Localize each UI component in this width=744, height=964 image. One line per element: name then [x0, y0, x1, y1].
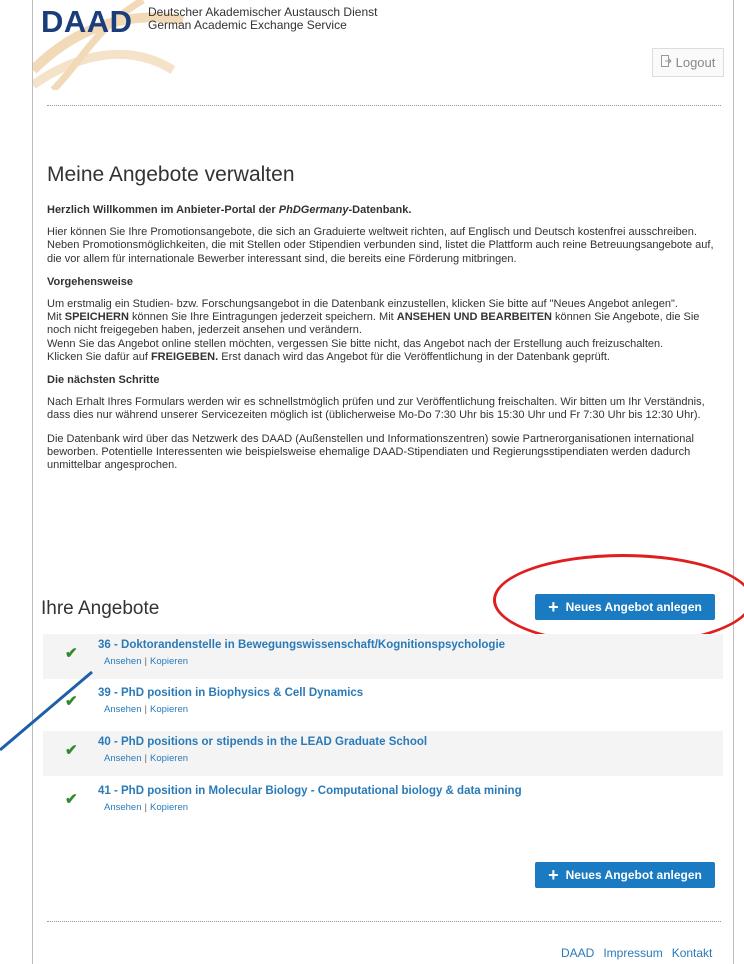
offer-title[interactable]: 39 - PhD position in Biophysics & Cell D… — [98, 687, 363, 699]
footer-link-daad[interactable]: DAAD — [561, 946, 594, 960]
procedure-heading: Vorgehensweise — [47, 275, 133, 288]
footer-divider — [47, 921, 721, 922]
view-link[interactable]: Ansehen — [104, 704, 142, 715]
offers-heading: Ihre Angebote — [41, 598, 160, 619]
next-steps-paragraph-2: Die Datenbank wird über das Netzwerk des… — [47, 432, 694, 472]
intro-content: Herzlich Willkommen im Anbieter-Portal d… — [47, 204, 722, 482]
checkmark-icon: ✔ — [65, 791, 78, 808]
logout-label: Logout — [675, 55, 716, 70]
intro-paragraph: Hier können Sie Ihre Promotionsangebote,… — [47, 226, 714, 265]
offer-title[interactable]: 41 - PhD position in Molecular Biology -… — [98, 785, 522, 797]
offer-actions: Ansehen | Kopieren — [104, 753, 189, 764]
next-steps-paragraph-1: Nach Erhalt Ihres Formulars werden wir e… — [47, 396, 705, 422]
new-offer-button-bottom[interactable]: + Neues Angebot anlegen — [535, 862, 715, 888]
page-frame: DAAD Deutscher Akademischer Austausch Di… — [32, 0, 744, 964]
offer-row: ✔ 39 - PhD position in Biophysics & Cell… — [43, 682, 723, 727]
org-name-en: German Academic Exchange Service — [148, 18, 347, 32]
logout-icon — [660, 55, 672, 70]
offer-row: ✔ 40 - PhD positions or stipends in the … — [43, 731, 723, 776]
daad-logo[interactable]: DAAD — [41, 4, 133, 40]
offer-actions: Ansehen | Kopieren — [104, 802, 189, 813]
checkmark-icon: ✔ — [65, 742, 78, 759]
view-link[interactable]: Ansehen — [104, 802, 142, 813]
footer-link-impressum[interactable]: Impressum — [603, 946, 662, 960]
page-title: Meine Angebote verwalten — [47, 163, 295, 186]
welcome-heading: Herzlich Willkommen im Anbieter-Portal d… — [47, 204, 412, 216]
checkmark-icon: ✔ — [65, 693, 78, 710]
view-link[interactable]: Ansehen — [104, 656, 142, 667]
copy-link[interactable]: Kopieren — [150, 704, 188, 715]
offer-row: ✔ 36 - Doktorandenstelle in Bewegungswis… — [43, 634, 723, 679]
offer-row: ✔ 41 - PhD position in Molecular Biology… — [43, 780, 723, 825]
offer-actions: Ansehen | Kopieren — [104, 704, 189, 715]
procedure-paragraph: Um erstmalig ein Studien- bzw. Forschung… — [47, 298, 700, 363]
checkmark-icon: ✔ — [65, 645, 78, 662]
offer-actions: Ansehen | Kopieren — [104, 656, 189, 667]
header-divider — [47, 105, 721, 106]
copy-link[interactable]: Kopieren — [150, 802, 188, 813]
offer-title[interactable]: 36 - Doktorandenstelle in Bewegungswisse… — [98, 639, 505, 651]
offer-title[interactable]: 40 - PhD positions or stipends in the LE… — [98, 736, 427, 748]
annotation-circle — [493, 554, 744, 646]
copy-link[interactable]: Kopieren — [150, 753, 188, 764]
footer-links: DAAD Impressum Kontakt — [561, 946, 712, 960]
footer-link-kontakt[interactable]: Kontakt — [672, 946, 713, 960]
view-link[interactable]: Ansehen — [104, 753, 142, 764]
next-steps-heading: Die nächsten Schritte — [47, 374, 160, 387]
plus-icon: + — [548, 865, 559, 885]
new-offer-label: Neues Angebot anlegen — [565, 868, 702, 882]
copy-link[interactable]: Kopieren — [150, 656, 188, 667]
org-name: Deutscher Akademischer Austausch Dienst … — [148, 6, 377, 32]
logout-button[interactable]: Logout — [652, 48, 724, 77]
